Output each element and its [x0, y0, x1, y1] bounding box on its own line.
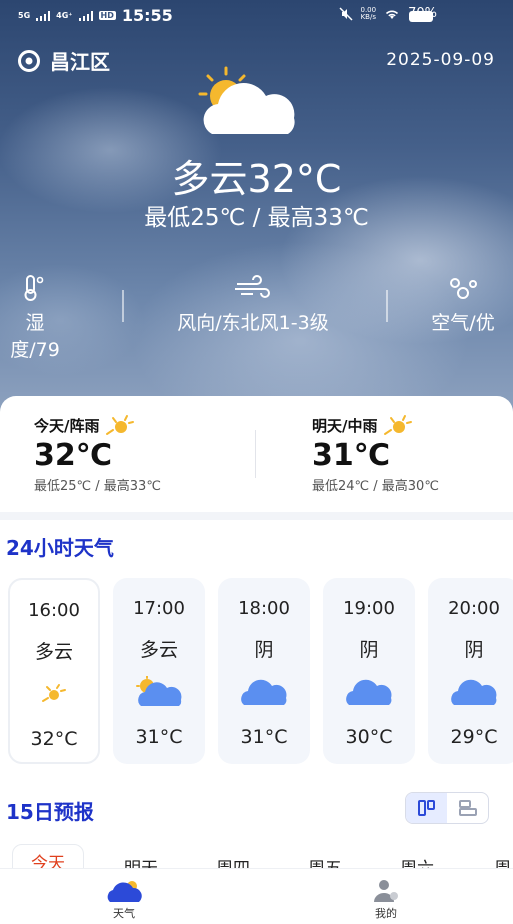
signal-5g: 5G	[18, 11, 31, 20]
hour-condition: 多云	[34, 641, 73, 663]
location-pin-icon	[18, 49, 40, 72]
thermometer-icon	[24, 275, 44, 301]
forecast-section: 15日预报 今天 明天 周四 周五 周六 周	[0, 782, 513, 872]
hour-temp: 31°C	[135, 726, 183, 748]
air-label: 空气/优	[431, 312, 495, 334]
hour-temp: 32°C	[30, 728, 78, 750]
hourly-section: 24小时天气 16:00 多云 32°C 17:00 多云 31°C 18:00…	[0, 520, 513, 782]
bottom-nav: 天气 我的	[0, 868, 513, 924]
forecast-title: 15日预报	[6, 800, 94, 824]
current-condition: 多云32°C	[171, 157, 342, 201]
cloud-icon	[241, 679, 287, 705]
today-summary[interactable]: 今天/阵雨 32℃ 最低25℃ / 最高33℃	[34, 414, 161, 494]
wind-icon	[235, 275, 270, 298]
sun-icon	[106, 415, 135, 435]
list-view-icon	[458, 800, 477, 816]
hour-time: 19:00	[343, 598, 395, 619]
hour-card[interactable]: 19:00 阴 30°C	[323, 578, 415, 764]
signal-4g: 4G⁺	[56, 11, 73, 20]
hour-condition: 阴	[464, 639, 484, 661]
nav-weather[interactable]: 天气	[84, 877, 164, 921]
hd-icon: HD	[98, 11, 116, 20]
view-toggle	[405, 792, 489, 824]
weather-hero: 5G 4G⁺ HD 15:55 0.00 KB/s 70% 昌江区 2025-0…	[0, 0, 513, 420]
hour-card[interactable]: 18:00 阴 31°C	[218, 578, 310, 764]
nav-mine-label: 我的	[375, 907, 397, 920]
hour-card[interactable]: 16:00 多云 32°C	[8, 578, 100, 764]
hour-temp: 29°C	[450, 726, 498, 748]
humidity-metric: 湿度/79	[0, 274, 66, 362]
nav-mine[interactable]: 我的	[346, 877, 426, 921]
hour-card[interactable]: 17:00 多云 31°C	[113, 578, 205, 764]
list-view-button[interactable]	[447, 793, 488, 823]
partly-cloudy-icon	[136, 676, 182, 706]
hour-time: 17:00	[133, 598, 185, 619]
battery-icon	[409, 11, 433, 22]
nav-weather-label: 天气	[113, 907, 135, 920]
sun-small-icon	[42, 684, 66, 702]
hour-condition: 阴	[254, 639, 274, 661]
air-icon	[450, 278, 477, 299]
wind-label: 风向/东北风1-3级	[177, 312, 329, 334]
mute-icon	[338, 6, 353, 21]
current-range: 最低25℃ / 最高33℃	[144, 205, 369, 231]
location-name: 昌江区	[50, 50, 110, 74]
column-view-icon	[417, 800, 435, 816]
tomorrow-summary[interactable]: 明天/中雨 31℃ 最低24℃ / 最高30℃	[312, 414, 439, 494]
partly-cloudy-icon	[198, 66, 295, 134]
tomorrow-range: 最低24℃ / 最高30℃	[312, 479, 439, 494]
today-range: 最低25℃ / 最高33℃	[34, 479, 161, 494]
hourly-title: 24小时天气	[6, 536, 114, 560]
card-divider	[255, 430, 256, 478]
hour-temp: 31°C	[240, 726, 288, 748]
cloud-icon	[451, 679, 497, 705]
tomorrow-temp: 31℃	[312, 438, 391, 473]
chart-view-button[interactable]	[406, 793, 447, 823]
weather-cloud-icon	[107, 881, 142, 902]
data-unit: KB/s	[360, 12, 376, 21]
wifi-icon	[386, 10, 399, 19]
hour-time: 16:00	[28, 600, 80, 621]
metric-divider	[386, 290, 388, 322]
hour-time: 18:00	[238, 598, 290, 619]
location[interactable]: 昌江区	[16, 46, 110, 75]
signal-bars-icon	[78, 10, 93, 21]
status-bar: 5G 4G⁺ HD 15:55 0.00 KB/s 70%	[18, 6, 495, 26]
user-icon	[374, 880, 398, 902]
signal-bars-icon	[36, 10, 51, 21]
humidity-label: 湿度/79	[10, 312, 60, 361]
today-tomorrow-card: 今天/阵雨 32℃ 最低25℃ / 最高33℃ 明天/中雨 31℃ 最低24℃ …	[0, 396, 513, 512]
sun-icon	[384, 415, 413, 435]
cloud-icon	[346, 679, 392, 705]
today-temp: 32℃	[34, 438, 113, 473]
hour-condition: 阴	[359, 639, 379, 661]
status-time: 15:55	[121, 6, 173, 25]
hour-condition: 多云	[139, 639, 178, 661]
current-date: 2025-09-09	[386, 50, 495, 70]
today-title: 今天/阵雨	[34, 416, 100, 435]
wind-metric: 风向/东北风1-3级	[148, 274, 358, 335]
metric-divider	[122, 290, 124, 322]
hour-temp: 30°C	[345, 726, 393, 748]
tomorrow-title: 明天/中雨	[312, 416, 378, 435]
hour-card[interactable]: 20:00 阴 29°C	[428, 578, 513, 764]
air-metric: 空气/优	[416, 274, 510, 335]
hour-time: 20:00	[448, 598, 500, 619]
